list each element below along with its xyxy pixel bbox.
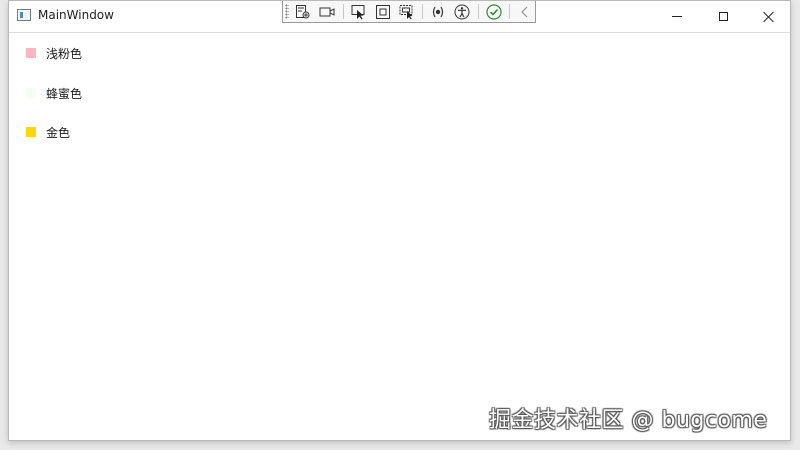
toolbar-separator [477, 4, 479, 19]
toolbar-separator [508, 4, 510, 19]
maximize-button[interactable] [700, 1, 746, 32]
toolbar-separator [342, 4, 344, 19]
watermark: 掘金技术社区 @ bugcome [489, 408, 768, 433]
color-item-gold: 金色 [26, 125, 71, 140]
collapse-chevron-icon[interactable] [515, 3, 535, 21]
window-content: 浅粉色 蜂蜜色 金色 [9, 33, 790, 441]
select-element-icon[interactable] [348, 3, 368, 21]
main-window: MainWindow 浅粉色 蜂蜜色 金色 [8, 0, 791, 441]
close-button[interactable] [746, 1, 792, 32]
close-icon [762, 10, 776, 24]
live-visual-tree-icon[interactable] [293, 3, 313, 21]
title-bar[interactable]: MainWindow [9, 1, 790, 33]
xaml-debug-toolbar [282, 1, 536, 23]
color-swatch [26, 88, 36, 98]
color-label: 浅粉色 [46, 46, 83, 61]
accessibility-checker-icon[interactable] [452, 3, 472, 21]
color-label: 蜂蜜色 [46, 86, 83, 101]
color-swatch [26, 48, 36, 58]
color-swatch [26, 127, 36, 137]
color-item-honeydew: 蜂蜜色 [26, 86, 83, 101]
toolbar-separator [422, 4, 424, 19]
display-layout-adorners-icon[interactable] [373, 3, 393, 21]
binding-failures-icon[interactable] [428, 3, 448, 21]
hot-reload-ok-icon[interactable] [484, 3, 504, 21]
color-item-light-pink: 浅粉色 [26, 46, 83, 61]
window-title: MainWindow [38, 8, 114, 22]
track-focused-element-icon[interactable] [397, 3, 417, 21]
minimize-icon [672, 16, 682, 17]
app-window-icon [17, 9, 31, 21]
toolbar-grip-icon[interactable] [285, 4, 289, 19]
record-video-icon[interactable] [317, 3, 337, 21]
minimize-button[interactable] [654, 1, 700, 32]
maximize-icon [718, 12, 728, 21]
color-label: 金色 [46, 125, 71, 140]
